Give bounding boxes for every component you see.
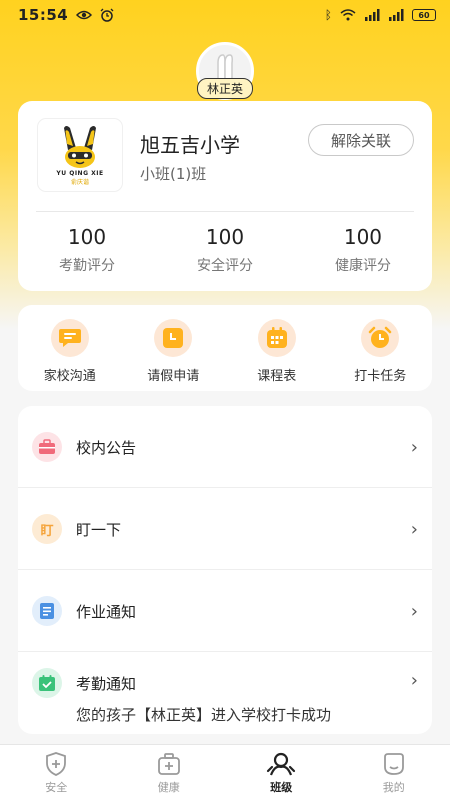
quick-action-check-in-tasks[interactable]: 打卡任务	[329, 305, 433, 391]
chevron-right-icon: ›	[410, 600, 418, 622]
list-item-school-notice[interactable]: 校内公告 ›	[18, 406, 432, 488]
status-bar: 15:54 ᛒ 60	[0, 0, 450, 30]
quick-actions: 家校沟通 请假申请 课程表 打卡任务	[18, 305, 432, 391]
list-item-attendance-notice[interactable]: 考勤通知 › 您的孩子【林正英】进入学校打卡成功	[18, 652, 432, 734]
school-logo: YU QING XIE 俞庆谐	[38, 119, 122, 191]
nav-label: 我的	[382, 780, 405, 794]
list-item-homework-notice[interactable]: 作业通知 ›	[18, 570, 432, 652]
list-item-title: 校内公告	[76, 438, 137, 457]
nav-label: 安全	[45, 780, 68, 794]
score-label: 健康评分	[334, 258, 391, 274]
quick-action-label: 请假申请	[147, 369, 200, 384]
leave-request-icon	[163, 328, 184, 348]
quick-action-label: 打卡任务	[354, 369, 407, 384]
rabbit-logo-icon	[64, 126, 96, 168]
quick-action-label: 课程表	[257, 369, 297, 384]
alarm-icon	[100, 8, 114, 22]
list-item-ding[interactable]: 盯 盯一下 ›	[18, 488, 432, 570]
attendance-message: 您的孩子【林正英】进入学校打卡成功	[76, 706, 332, 724]
score-value: 100	[67, 225, 107, 249]
notepad-icon	[40, 603, 54, 619]
medical-kit-icon	[157, 752, 180, 775]
calendar-icon	[266, 327, 287, 348]
chevron-right-icon: ›	[410, 670, 418, 691]
score-label: 考勤评分	[58, 258, 115, 274]
quick-action-home-school-chat[interactable]: 家校沟通	[18, 305, 122, 391]
briefcase-icon	[39, 439, 55, 454]
signal-icon	[365, 9, 380, 21]
attendance-score[interactable]: 100 考勤评分	[18, 225, 156, 275]
score-value: 100	[343, 225, 383, 249]
nav-health[interactable]: 健康	[113, 745, 226, 800]
unbind-button[interactable]: 解除关联	[308, 124, 414, 156]
quick-action-leave-request[interactable]: 请假申请	[122, 305, 226, 391]
alarm-clock-icon	[369, 326, 392, 348]
score-label: 安全评分	[196, 258, 253, 274]
nav-label: 健康	[157, 780, 180, 794]
list-item-title: 作业通知	[76, 602, 137, 621]
child-name-tag[interactable]: 林正英	[196, 78, 254, 99]
school-card: YU QING XIE 俞庆谐 旭五吉小学 小班(1)班 解除关联 100 考勤…	[18, 101, 432, 291]
logo-caption: YU QING XIE	[56, 170, 104, 177]
nav-class[interactable]: 班级	[225, 745, 338, 800]
safety-score[interactable]: 100 安全评分	[156, 225, 294, 275]
chevron-right-icon: ›	[410, 436, 418, 458]
logo-subcaption: 俞庆谐	[70, 179, 89, 186]
divider	[36, 211, 414, 212]
calendar-check-icon	[39, 675, 55, 691]
score-summary: 100 考勤评分 100 安全评分 100 健康评分	[18, 225, 432, 275]
shield-plus-icon	[46, 751, 67, 776]
quick-action-label: 家校沟通	[43, 369, 96, 384]
health-score[interactable]: 100 健康评分	[294, 225, 432, 275]
list-item-title: 考勤通知	[76, 675, 137, 693]
list-item-title: 盯一下	[76, 520, 122, 539]
battery-icon: 60	[412, 9, 436, 21]
nav-mine[interactable]: 我的	[338, 745, 450, 800]
bluetooth-icon: ᛒ	[324, 8, 332, 22]
chat-icon	[58, 329, 81, 347]
signal-icon-2	[389, 9, 404, 21]
nav-safety[interactable]: 安全	[0, 745, 113, 800]
class-name: 小班(1)班	[140, 165, 207, 183]
chevron-right-icon: ›	[410, 518, 418, 540]
school-name: 旭五吉小学	[140, 133, 240, 157]
bottom-nav: 安全 健康 班级 我的	[0, 744, 450, 800]
wifi-icon	[340, 9, 356, 21]
class-group-icon	[267, 752, 296, 775]
ding-icon: 盯	[40, 523, 54, 539]
nav-label: 班级	[270, 780, 293, 794]
eye-icon	[76, 10, 93, 20]
score-value: 100	[205, 225, 245, 249]
quick-action-timetable[interactable]: 课程表	[225, 305, 329, 391]
profile-face-icon	[383, 752, 404, 775]
notification-list: 校内公告 › 盯 盯一下 › 作业通知 › 考勤通知 › 您的孩子【林正英】进入…	[18, 406, 432, 734]
status-time: 15:54	[18, 6, 69, 24]
